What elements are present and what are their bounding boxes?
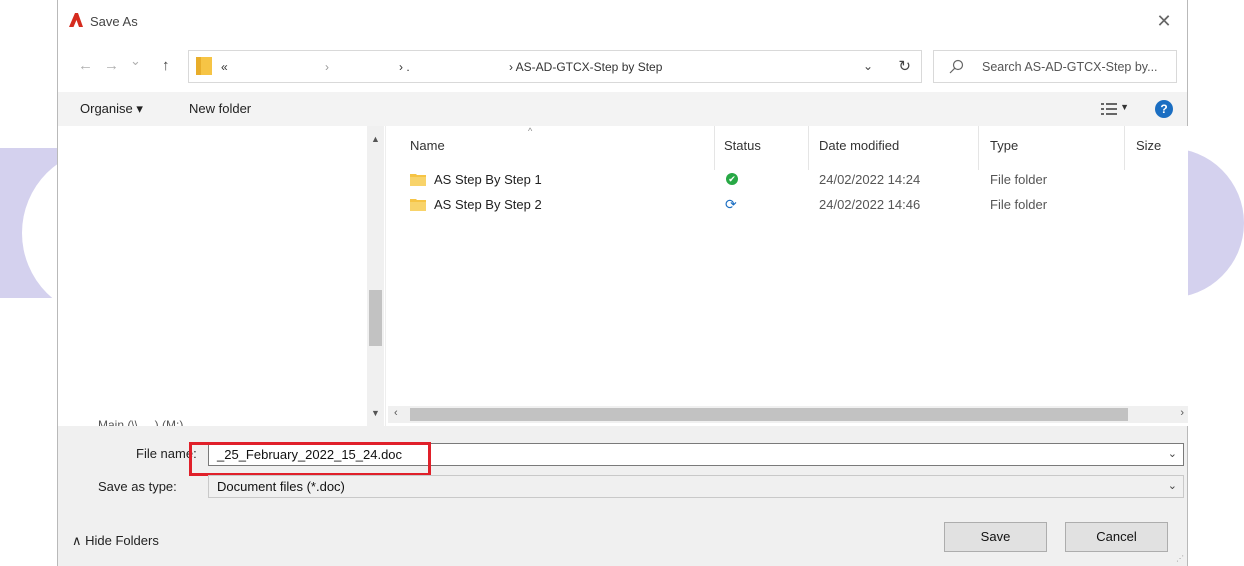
- back-arrow-icon[interactable]: ←: [78, 57, 93, 74]
- status-syncing-icon: ⟳: [725, 196, 737, 212]
- close-icon[interactable]: ✕: [1151, 8, 1177, 34]
- hide-folders-button[interactable]: ∧ Hide Folders: [72, 533, 159, 549]
- search-input[interactable]: Search AS-AD-GTCX-Step by...: [933, 50, 1177, 83]
- forward-arrow-icon[interactable]: →: [104, 57, 119, 74]
- address-row: ← → ⌄ ↑ « › › . › AS-AD-GTCX-Step by Ste…: [58, 44, 1187, 88]
- refresh-icon[interactable]: ↻: [898, 57, 911, 75]
- save-button[interactable]: Save: [944, 522, 1047, 552]
- status-synced-icon: ✔: [726, 173, 738, 185]
- scroll-right-icon[interactable]: ›: [1180, 407, 1184, 419]
- address-bar[interactable]: « › › . › AS-AD-GTCX-Step by Step ⌄ ↻: [188, 50, 922, 83]
- column-divider[interactable]: [714, 126, 715, 170]
- address-segment-1[interactable]: ›: [325, 60, 329, 74]
- up-arrow-icon[interactable]: ↑: [162, 57, 170, 74]
- window-title: Save As: [90, 14, 138, 29]
- address-dropdown-icon[interactable]: ⌄: [863, 59, 873, 73]
- address-segment-2[interactable]: › .: [399, 60, 410, 74]
- new-folder-button[interactable]: New folder: [189, 101, 251, 116]
- nav-item-partial[interactable]: Main (\\.....) (M:): [98, 418, 183, 426]
- file-type: File folder: [990, 197, 1048, 212]
- scroll-down-icon[interactable]: ▼: [367, 408, 384, 418]
- file-date-modified: 24/02/2022 14:24: [819, 172, 921, 187]
- command-bar: Organise ▾ New folder ▼ ?: [58, 92, 1187, 126]
- file-type: File folder: [990, 172, 1048, 187]
- title-bar: Save As ✕: [58, 0, 1187, 44]
- file-row[interactable]: AS Step By Step 2 ⟳ 24/02/2022 14:46 Fil…: [388, 193, 1188, 215]
- resize-grip-icon[interactable]: ⋰: [1176, 554, 1184, 563]
- organise-button[interactable]: Organise ▾: [80, 101, 143, 117]
- cancel-button[interactable]: Cancel: [1065, 522, 1168, 552]
- scroll-left-icon[interactable]: ‹: [394, 407, 398, 419]
- scroll-up-icon[interactable]: ▲: [367, 134, 384, 144]
- file-row[interactable]: AS Step By Step 1 ✔ 24/02/2022 14:24 Fil…: [388, 168, 1188, 190]
- recent-locations-icon[interactable]: ⌄: [130, 53, 141, 69]
- save-as-dialog: Save As ✕ ← → ⌄ ↑ « › › . › AS-AD-GTCX-S…: [57, 0, 1188, 566]
- column-header-status[interactable]: Status: [724, 138, 761, 153]
- column-divider[interactable]: [978, 126, 979, 170]
- address-segment-current[interactable]: › AS-AD-GTCX-Step by Step: [509, 60, 662, 74]
- file-name: AS Step By Step 1: [434, 172, 542, 187]
- search-icon: [949, 59, 964, 74]
- save-as-type-dropdown-icon[interactable]: ⌄: [1168, 479, 1177, 492]
- save-as-type-value: Document files (*.doc): [217, 479, 345, 494]
- sort-ascending-icon: ^: [528, 126, 533, 136]
- save-as-type-select[interactable]: Document files (*.doc) ⌄: [208, 475, 1184, 498]
- search-placeholder: Search AS-AD-GTCX-Step by...: [982, 60, 1158, 74]
- column-header-date-modified[interactable]: Date modified: [819, 138, 899, 153]
- file-name-dropdown-icon[interactable]: ⌄: [1168, 447, 1177, 460]
- column-divider[interactable]: [808, 126, 809, 170]
- view-options-icon[interactable]: [1101, 102, 1117, 116]
- help-icon[interactable]: ?: [1155, 100, 1173, 118]
- save-options-panel: File name: _25_February_2022_15_24.doc ⌄…: [58, 426, 1187, 566]
- navigation-pane[interactable]: Main (\\.....) (M:): [58, 126, 386, 426]
- folder-icon: [410, 174, 426, 186]
- folder-icon: [410, 199, 426, 211]
- file-name: AS Step By Step 2: [434, 197, 542, 212]
- highlight-annotation: [189, 442, 431, 476]
- column-header-name[interactable]: Name: [410, 138, 445, 153]
- view-dropdown-icon[interactable]: ▼: [1120, 102, 1129, 112]
- navigation-pane-scrollbar[interactable]: ▲ ▼: [367, 126, 384, 426]
- file-list-horizontal-scrollbar[interactable]: ‹ ›: [388, 406, 1188, 423]
- save-as-type-label: Save as type:: [98, 479, 177, 494]
- file-name-label: File name:: [136, 446, 197, 461]
- autocad-logo-icon: [69, 13, 83, 27]
- address-overflow[interactable]: «: [221, 60, 228, 74]
- column-divider[interactable]: [1124, 126, 1125, 170]
- scrollbar-thumb[interactable]: [410, 408, 1128, 421]
- column-header-size[interactable]: Size: [1136, 138, 1161, 153]
- scrollbar-thumb[interactable]: [369, 290, 382, 346]
- column-header-type[interactable]: Type: [990, 138, 1018, 153]
- folder-icon: [196, 57, 212, 75]
- file-list[interactable]: ^ Name Status Date modified Type Size AS…: [388, 126, 1188, 426]
- file-date-modified: 24/02/2022 14:46: [819, 197, 921, 212]
